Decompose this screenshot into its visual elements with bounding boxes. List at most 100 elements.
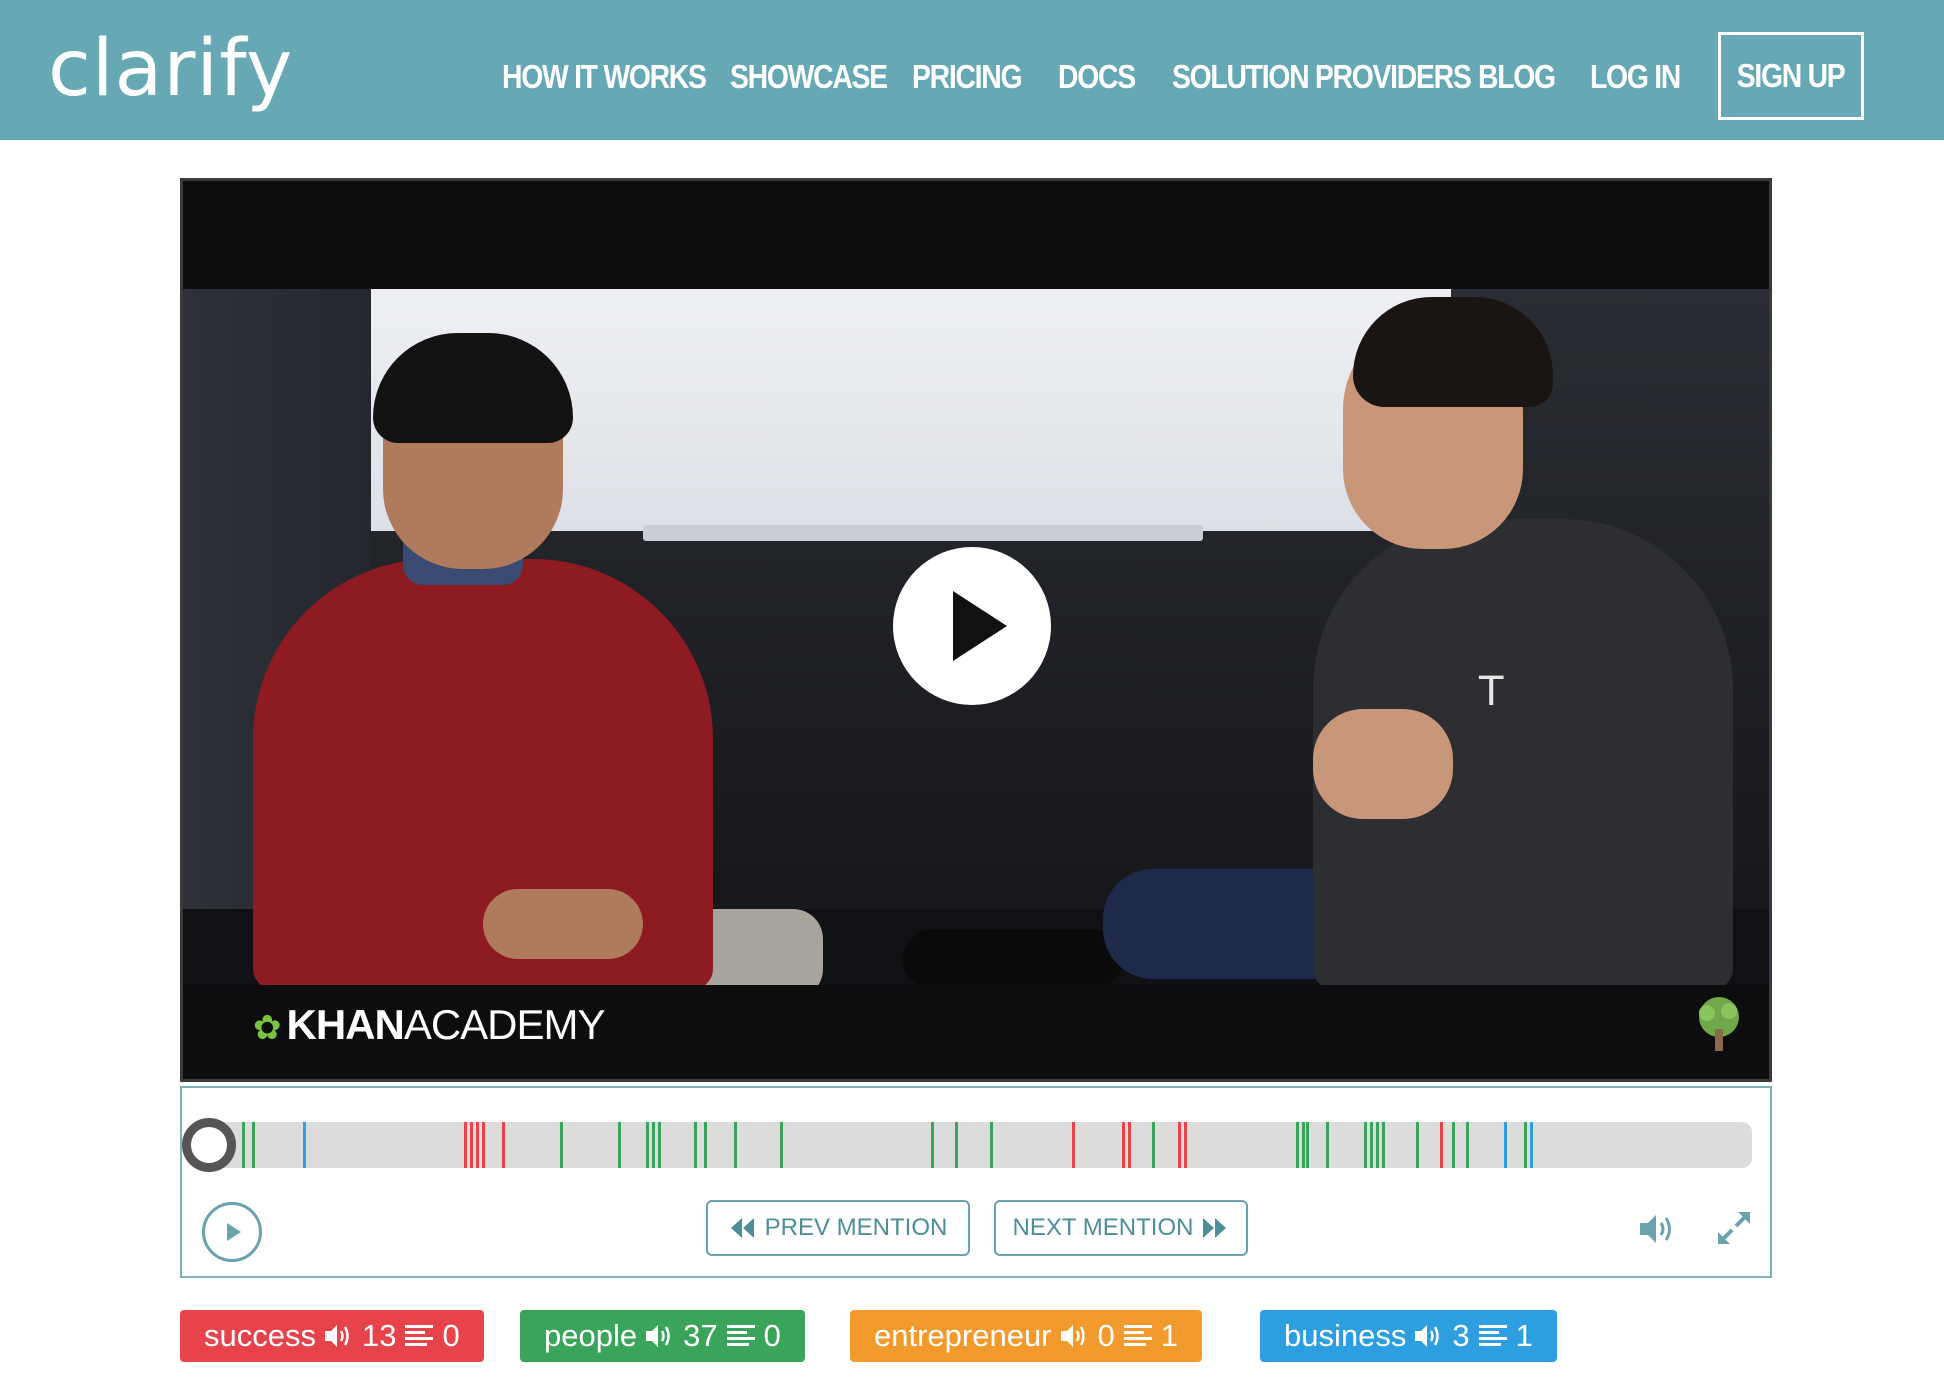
play-button[interactable] xyxy=(202,1202,262,1262)
mention-marker[interactable] xyxy=(1376,1122,1379,1168)
mention-marker[interactable] xyxy=(502,1122,505,1168)
mention-marker[interactable] xyxy=(1296,1122,1299,1168)
audio-mentions-icon xyxy=(645,1323,675,1349)
nav-docs[interactable]: DOCS xyxy=(1058,58,1136,96)
mention-marker[interactable] xyxy=(1416,1122,1419,1168)
mention-marker[interactable] xyxy=(1524,1122,1527,1168)
tag-success[interactable]: success 13 0 xyxy=(180,1310,484,1362)
nav-log-in[interactable]: LOG IN xyxy=(1590,58,1681,96)
tag-people[interactable]: people 37 0 xyxy=(520,1310,805,1362)
leaf-icon: ✿ xyxy=(253,1009,281,1047)
mention-marker[interactable] xyxy=(990,1122,993,1168)
timeline-scrubber[interactable] xyxy=(182,1118,236,1172)
mention-marker[interactable] xyxy=(1178,1122,1181,1168)
mention-marker[interactable] xyxy=(1184,1122,1187,1168)
mention-marker[interactable] xyxy=(252,1122,255,1168)
mention-marker[interactable] xyxy=(482,1122,485,1168)
mention-marker[interactable] xyxy=(242,1122,245,1168)
mention-marker[interactable] xyxy=(1306,1122,1309,1168)
whiteboard-ledge xyxy=(643,525,1203,541)
play-icon xyxy=(953,591,1007,661)
audio-count: 37 xyxy=(683,1318,718,1353)
mention-marker[interactable] xyxy=(1302,1122,1305,1168)
audio-count: 13 xyxy=(361,1318,397,1353)
tag-term: success xyxy=(204,1318,316,1353)
next-mention-button[interactable]: NEXT MENTION xyxy=(994,1200,1248,1256)
tag-term: people xyxy=(544,1318,638,1353)
site-header: clarify HOW IT WORKS SHOWCASE PRICING DO… xyxy=(0,0,1944,140)
mention-marker[interactable] xyxy=(1152,1122,1155,1168)
audio-count: 3 xyxy=(1452,1318,1470,1353)
text-mentions-icon xyxy=(726,1323,756,1349)
prev-mention-button[interactable]: PREV MENTION xyxy=(706,1200,970,1256)
audio-mentions-icon xyxy=(1414,1323,1444,1349)
nav-blog[interactable]: BLOG xyxy=(1478,58,1556,96)
audio-mentions-icon xyxy=(324,1323,354,1349)
mention-marker[interactable] xyxy=(1128,1122,1131,1168)
tag-term: entrepreneur xyxy=(874,1318,1052,1353)
audio-count: 0 xyxy=(1097,1318,1115,1353)
person-right-hands xyxy=(1313,709,1453,819)
mention-marker[interactable] xyxy=(646,1122,649,1168)
text-mentions-icon xyxy=(404,1323,434,1349)
jacket-logo: T xyxy=(1479,669,1504,715)
fullscreen-icon[interactable] xyxy=(1716,1210,1752,1246)
mention-timeline[interactable] xyxy=(204,1122,1752,1168)
text-count: 0 xyxy=(763,1318,781,1353)
mention-marker[interactable] xyxy=(780,1122,783,1168)
text-count: 1 xyxy=(1160,1318,1179,1353)
mention-marker[interactable] xyxy=(1452,1122,1455,1168)
brand-bold: KHAN xyxy=(286,1001,405,1048)
mention-marker[interactable] xyxy=(1122,1122,1125,1168)
audio-mentions-icon xyxy=(1060,1323,1090,1349)
mention-marker[interactable] xyxy=(470,1122,473,1168)
tag-business[interactable]: business 3 1 xyxy=(1260,1310,1557,1362)
mention-marker[interactable] xyxy=(618,1122,621,1168)
person-right-shoe xyxy=(903,929,1123,985)
nav-showcase[interactable]: SHOWCASE xyxy=(730,58,888,96)
volume-icon[interactable] xyxy=(1638,1212,1678,1246)
mention-marker[interactable] xyxy=(694,1122,697,1168)
mention-marker[interactable] xyxy=(955,1122,958,1168)
mention-marker[interactable] xyxy=(560,1122,563,1168)
mention-marker[interactable] xyxy=(1504,1122,1507,1168)
nav-how-it-works[interactable]: HOW IT WORKS xyxy=(502,58,707,96)
mention-marker[interactable] xyxy=(658,1122,661,1168)
fast-forward-icon xyxy=(1203,1218,1227,1238)
next-mention-label: NEXT MENTION xyxy=(1012,1214,1194,1241)
khan-academy-brand: ✿ KHANACADEMY xyxy=(253,1001,606,1049)
text-mentions-icon xyxy=(1123,1323,1153,1349)
mention-marker[interactable] xyxy=(652,1122,655,1168)
video-frame[interactable]: T ✿ KHANACADEMY xyxy=(180,178,1772,1082)
rewind-icon xyxy=(730,1218,754,1238)
sign-up-button[interactable]: SIGN UP xyxy=(1718,32,1864,120)
player-controls: PREV MENTION NEXT MENTION xyxy=(180,1086,1772,1278)
mention-marker[interactable] xyxy=(1440,1122,1443,1168)
text-count: 0 xyxy=(442,1318,460,1353)
mention-marker[interactable] xyxy=(1326,1122,1329,1168)
tree-icon xyxy=(1699,997,1739,1051)
mention-marker[interactable] xyxy=(704,1122,707,1168)
clarify-logo[interactable]: clarify xyxy=(48,24,293,114)
mention-marker[interactable] xyxy=(1370,1122,1373,1168)
nav-pricing[interactable]: PRICING xyxy=(912,58,1023,96)
mention-marker[interactable] xyxy=(464,1122,467,1168)
sign-up-label: SIGN UP xyxy=(1737,57,1846,94)
tag-term: business xyxy=(1284,1318,1407,1353)
nav-solution-providers[interactable]: SOLUTION PROVIDERS xyxy=(1172,58,1472,96)
mention-marker[interactable] xyxy=(734,1122,737,1168)
tag-entrepreneur[interactable]: entrepreneur 0 1 xyxy=(850,1310,1203,1362)
mention-marker[interactable] xyxy=(1530,1122,1533,1168)
mention-marker[interactable] xyxy=(1466,1122,1469,1168)
brand-rest: ACADEMY xyxy=(403,1001,606,1048)
prev-mention-label: PREV MENTION xyxy=(764,1214,948,1241)
mention-marker[interactable] xyxy=(1382,1122,1385,1168)
text-count: 1 xyxy=(1515,1318,1533,1353)
mention-marker[interactable] xyxy=(303,1122,306,1168)
mention-marker[interactable] xyxy=(1364,1122,1367,1168)
text-mentions-icon xyxy=(1478,1323,1508,1349)
mention-marker[interactable] xyxy=(1072,1122,1075,1168)
mention-marker[interactable] xyxy=(931,1122,934,1168)
video-play-button[interactable] xyxy=(893,547,1051,705)
mention-marker[interactable] xyxy=(476,1122,479,1168)
